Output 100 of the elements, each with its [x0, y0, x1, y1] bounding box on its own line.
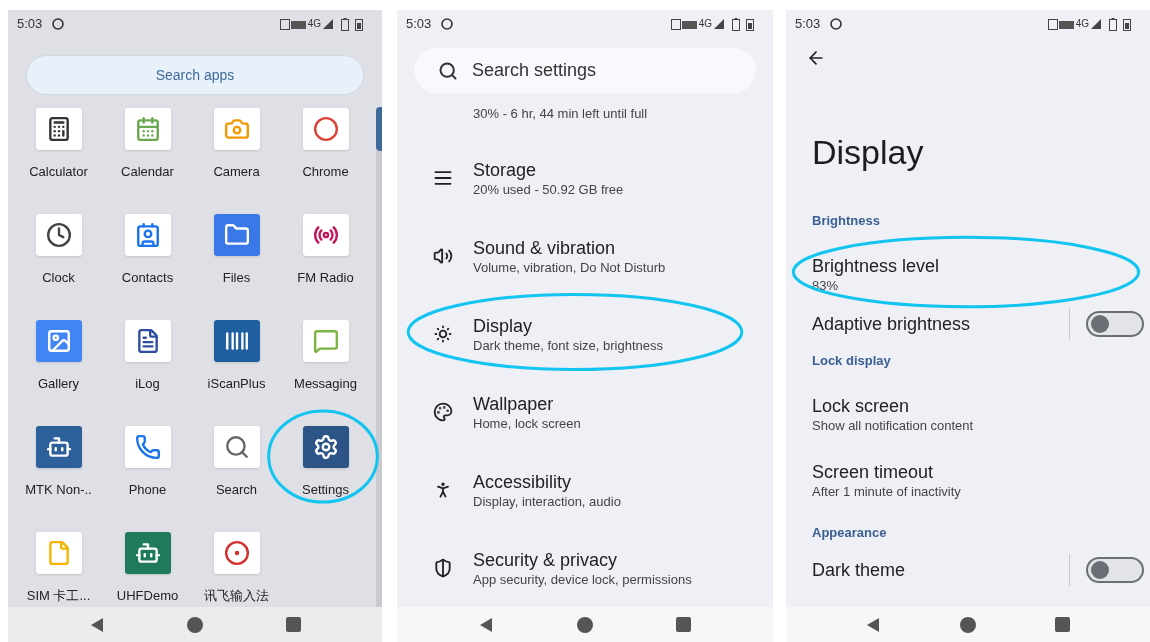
app-label[interactable]: SIM 卡工... [26, 586, 91, 606]
app-icon[interactable] [213, 426, 260, 468]
sim-icon [279, 18, 306, 30]
row-subtitle: Dark theme, font size, brightness [473, 336, 664, 354]
row-icon [433, 402, 453, 422]
back-icon[interactable] [89, 616, 105, 633]
app-label[interactable]: Search [215, 480, 258, 500]
network-type: 4G [1075, 19, 1089, 29]
notification-icon [830, 18, 843, 30]
row-title: Brightness level [812, 254, 941, 277]
recents-icon[interactable] [1055, 617, 1071, 632]
home-icon[interactable] [187, 616, 203, 633]
app-label[interactable]: iLog [135, 374, 160, 394]
app-icon[interactable] [35, 426, 82, 468]
settings-row[interactable]: Lock screen Show all notification content [786, 381, 1150, 447]
settings-row[interactable]: Security & privacy App security, device lock, permissions [397, 529, 773, 607]
search-icon [438, 60, 458, 81]
signal-icon [323, 19, 333, 29]
row-icon [433, 168, 453, 188]
home-icon[interactable] [960, 616, 976, 633]
settings-row[interactable]: Adaptive brightness [786, 307, 1150, 341]
toggle-switch[interactable] [1086, 557, 1144, 583]
row-title: Storage [473, 158, 538, 181]
row-title: Display [473, 314, 534, 337]
signal-icon [1091, 19, 1101, 29]
section-header: Appearance [812, 524, 887, 543]
row-subtitle: Home, lock screen [473, 414, 581, 432]
search-field[interactable]: Search settings [414, 48, 756, 93]
page-title: Display [812, 131, 924, 173]
settings-row[interactable]: Dark theme [786, 553, 1150, 587]
app-label[interactable]: UHFDemo [116, 586, 179, 606]
recents-icon[interactable] [285, 617, 301, 632]
app-label[interactable]: Gallery [37, 374, 80, 394]
row-icon [433, 246, 453, 266]
back-icon[interactable] [865, 616, 882, 633]
section-header: Brightness [812, 212, 880, 231]
back-icon[interactable] [478, 616, 495, 633]
row-title: Lock screen [812, 394, 911, 417]
settings-row[interactable]: Screen timeout After 1 minute of inactivity [786, 447, 1150, 513]
app-icon[interactable] [124, 320, 171, 362]
battery-charging-icon [1123, 17, 1131, 31]
battery-summary: 30% - 6 hr, 44 min left until full [473, 106, 648, 121]
battery-icon [1109, 17, 1117, 31]
notification-icon [441, 18, 454, 30]
app-label[interactable]: FM Radio [297, 268, 354, 288]
battery-charging-icon [746, 17, 754, 31]
row-subtitle: After 1 minute of inactivity [812, 482, 962, 500]
app-icon[interactable] [302, 214, 349, 256]
battery-charging-icon [355, 17, 363, 31]
row-title: Security & privacy [473, 548, 619, 571]
row-icon [433, 558, 453, 578]
app-label[interactable]: Phone [128, 480, 167, 500]
settings-row[interactable]: Display Dark theme, font size, brightness [397, 295, 773, 373]
row-title: Adaptive brightness [812, 313, 972, 335]
app-icon[interactable] [213, 320, 260, 362]
app-label[interactable]: Contacts [121, 268, 174, 288]
app-icon[interactable] [35, 214, 82, 256]
settings-row[interactable]: Storage 20% used - 50.92 GB free [397, 139, 773, 217]
app-label[interactable]: iScanPlus [207, 374, 266, 394]
app-label[interactable]: Camera [213, 162, 260, 182]
section-header: Lock display [812, 352, 891, 371]
row-subtitle: App security, device lock, permissions [473, 570, 692, 588]
row-title: Accessibility [473, 470, 573, 493]
network-type: 4G [698, 19, 712, 29]
row-title: Sound & vibration [473, 236, 617, 259]
app-label[interactable]: Settings [302, 480, 349, 500]
toggle-switch[interactable] [1086, 311, 1144, 337]
app-label[interactable]: Calendar [121, 162, 174, 182]
battery-icon [732, 17, 740, 31]
row-subtitle: Volume, vibration, Do Not Disturb [473, 258, 666, 276]
settings-row[interactable]: Accessibility Display, interaction, audio [397, 451, 773, 529]
app-label[interactable]: 讯飞输入法 [204, 586, 269, 606]
search-field[interactable]: Search apps [26, 55, 364, 95]
row-subtitle: Display, interaction, audio [473, 492, 621, 510]
row-title: Screen timeout [812, 460, 935, 483]
app-label[interactable]: Clock [42, 268, 75, 288]
status-time: 5:03 [406, 15, 432, 34]
status-time: 5:03 [17, 15, 43, 34]
sim-icon [670, 18, 697, 30]
app-label[interactable]: Messaging [294, 374, 357, 394]
row-subtitle: 20% used - 50.92 GB free [473, 180, 624, 198]
row-title: Wallpaper [473, 392, 555, 415]
settings-row[interactable]: Sound & vibration Volume, vibration, Do Not Disturb [397, 217, 773, 295]
app-label[interactable]: Chrome [302, 162, 349, 182]
settings-row[interactable]: Wallpaper Home, lock screen [397, 373, 773, 451]
recents-icon[interactable] [676, 617, 692, 632]
row-icon [433, 324, 453, 344]
app-label[interactable]: Files [222, 268, 251, 288]
app-icon[interactable] [35, 108, 82, 150]
home-icon[interactable] [577, 616, 593, 633]
app-label[interactable]: MTK Non-.. [25, 480, 92, 500]
row-subtitle: Show all notification content [812, 416, 975, 434]
sim-icon [1047, 18, 1074, 30]
app-icon[interactable] [302, 426, 349, 468]
scrollbar-thumb[interactable] [376, 107, 382, 151]
notification-icon [52, 18, 65, 30]
app-label[interactable]: Calculator [29, 162, 88, 182]
battery-icon [341, 17, 349, 31]
network-type: 4G [307, 19, 321, 29]
signal-icon [714, 19, 724, 29]
